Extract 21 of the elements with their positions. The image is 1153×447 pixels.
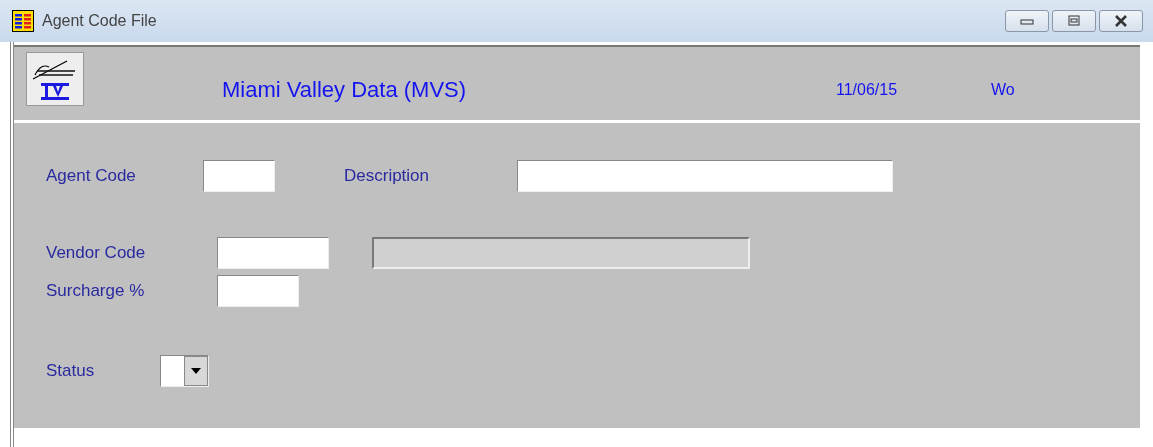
window-title: Agent Code File [42,12,158,30]
caret-icon [191,368,201,374]
logo-icon [26,52,84,106]
input-field[interactable] [217,237,329,269]
app-icon [12,10,34,32]
minimize-button[interactable] [1005,10,1049,32]
close-icon [1114,15,1128,27]
field-label: Description [344,166,431,186]
input-field[interactable] [517,160,893,192]
input-field[interactable] [203,160,275,192]
company-name: Miami Valley Data (MVS) [222,77,468,103]
header-text: Wo [991,81,1015,99]
dropdown[interactable] [160,355,209,387]
field-label: Vendor Code [46,243,147,263]
maximize-icon [1067,15,1081,27]
field-label: Surcharge % [46,281,146,301]
input-field[interactable] [217,275,299,307]
date-label: 11/06/15 [836,81,899,99]
close-button[interactable] [1099,10,1143,32]
field-label: Status [46,361,96,381]
field-label: Agent Code [46,166,137,186]
